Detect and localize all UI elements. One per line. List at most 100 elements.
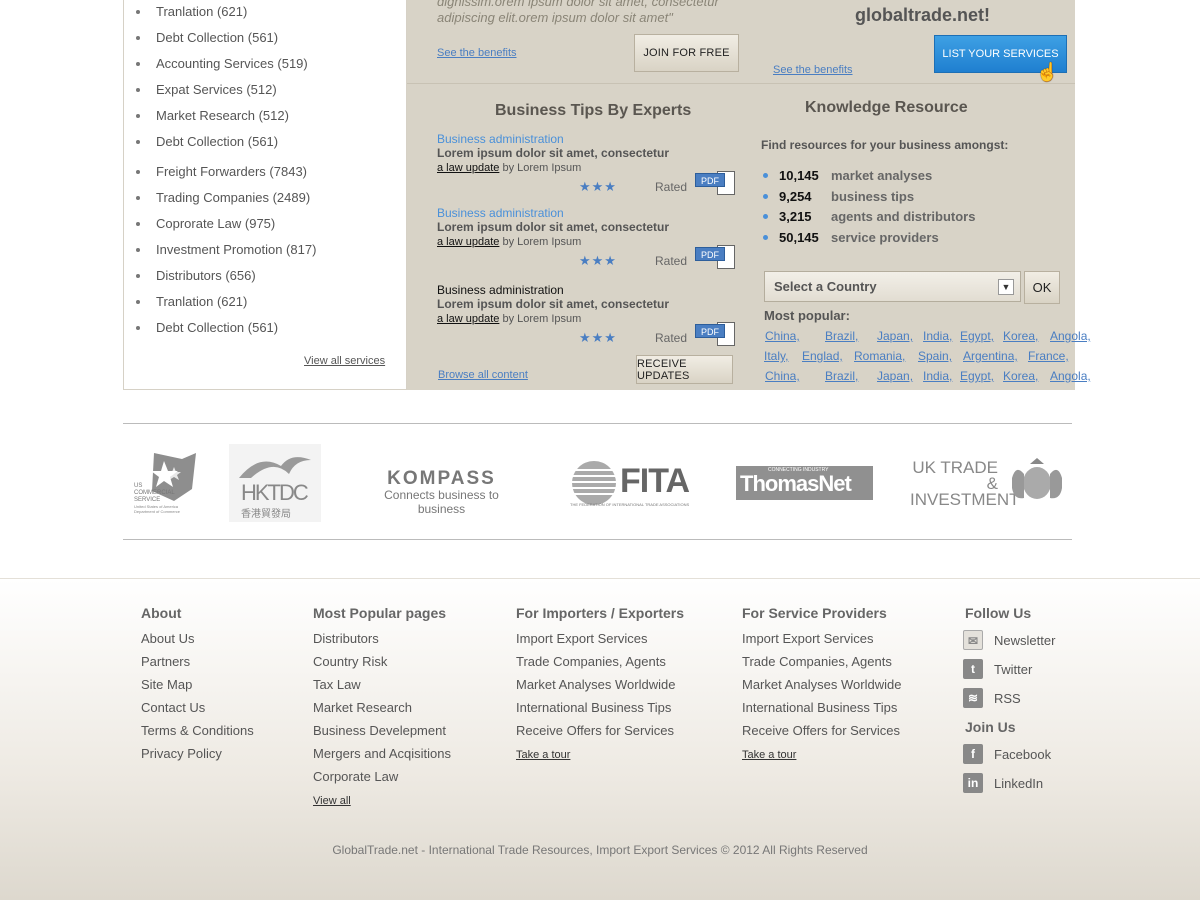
tip-category-link[interactable]: Business administration bbox=[437, 132, 737, 146]
country-link[interactable]: Englad, bbox=[802, 346, 843, 366]
country-link[interactable]: France, bbox=[1028, 346, 1069, 366]
country-link[interactable]: China, bbox=[765, 326, 800, 346]
linkedin-link[interactable]: in LinkedIn bbox=[963, 773, 1043, 802]
tip-title[interactable]: Lorem ipsum dolor sit amet, consectetur bbox=[437, 220, 737, 235]
country-link[interactable]: Spain, bbox=[918, 346, 952, 366]
tip-item: Business administration Lorem ipsum dolo… bbox=[437, 206, 737, 277]
fita-logo[interactable]: FITA THE FEDERATION OF INTERNATIONAL TRA… bbox=[570, 460, 690, 510]
chevron-down-icon[interactable]: ▼ bbox=[998, 279, 1014, 295]
twitter-link[interactable]: t Twitter bbox=[963, 659, 1032, 688]
footer-link[interactable]: Import Export Services bbox=[516, 630, 684, 653]
tip-category-link[interactable]: Business administration bbox=[437, 283, 737, 297]
services-list: Tranlation (621) Debt Collection (561) A… bbox=[123, 0, 407, 390]
join-for-free-button[interactable]: JOIN FOR FREE bbox=[634, 34, 739, 72]
facebook-icon: f bbox=[963, 744, 983, 764]
globaltrade-heading: globaltrade.net! bbox=[855, 5, 991, 25]
newsletter-link[interactable]: ✉ Newsletter bbox=[963, 630, 1055, 659]
pdf-icon[interactable]: PDF bbox=[695, 171, 737, 197]
footer-link[interactable]: International Business Tips bbox=[742, 699, 901, 722]
top-section: Tranlation (621) Debt Collection (561) A… bbox=[123, 0, 1091, 390]
country-link[interactable]: Egypt, bbox=[960, 326, 994, 346]
browse-all-content-link[interactable]: Browse all content bbox=[438, 369, 528, 381]
tip-kind[interactable]: a law update bbox=[437, 162, 499, 174]
country-link[interactable]: Italy, bbox=[764, 346, 788, 366]
view-all-services-link[interactable]: View all services bbox=[304, 355, 385, 367]
footer-social: Follow Us ✉ Newsletter t Twitter ≋ RSS J… bbox=[963, 605, 1055, 802]
most-popular-label: Most popular: bbox=[764, 308, 850, 323]
tip-author: by Lorem Ipsum bbox=[502, 313, 582, 325]
footer-heading: For Service Providers bbox=[742, 605, 887, 621]
footer-link[interactable]: Receive Offers for Services bbox=[742, 722, 901, 745]
rating-stars: ★★★ bbox=[579, 179, 617, 194]
tip-title[interactable]: Lorem ipsum dolor sit amet, consectetur bbox=[437, 297, 737, 312]
tips-heading: Business Tips By Experts bbox=[495, 102, 692, 119]
country-link[interactable]: Brazil, bbox=[825, 366, 858, 386]
country-link[interactable]: Egypt, bbox=[960, 366, 994, 386]
country-link[interactable]: Romania, bbox=[854, 346, 905, 366]
us-commercial-service-logo[interactable]: US COMMERCIAL SERVICE United States of A… bbox=[134, 449, 199, 517]
tip-category-link[interactable]: Business administration bbox=[437, 206, 737, 220]
view-all-link[interactable]: View all bbox=[313, 795, 351, 807]
rated-label: Rated bbox=[655, 331, 688, 345]
pdf-icon[interactable]: PDF bbox=[695, 322, 737, 348]
footer-link[interactable]: Corporate Law bbox=[313, 768, 451, 791]
footer-heading: Most Popular pages bbox=[313, 605, 447, 621]
country-link[interactable]: Argentina, bbox=[963, 346, 1018, 366]
footer-link[interactable]: Terms & Conditions bbox=[141, 722, 254, 745]
footer-link[interactable]: Partners bbox=[141, 653, 254, 676]
uk-trade-investment-logo[interactable]: UK TRADE & INVESTMENT bbox=[910, 458, 1070, 512]
country-link[interactable]: China, bbox=[765, 366, 800, 386]
tip-item: Business administration Lorem ipsum dolo… bbox=[437, 283, 737, 354]
receive-updates-button[interactable]: RECEIVE UPDATES bbox=[636, 355, 733, 384]
see-benefits-link[interactable]: See the benefits bbox=[773, 64, 853, 76]
country-link[interactable]: Japan, bbox=[877, 366, 913, 386]
country-link[interactable]: Korea, bbox=[1003, 326, 1038, 346]
envelope-icon: ✉ bbox=[963, 630, 983, 650]
rss-link[interactable]: ≋ RSS bbox=[963, 688, 1031, 717]
take-a-tour-link[interactable]: Take a tour bbox=[742, 749, 796, 761]
thomasnet-logo[interactable]: CONNECTING INDUSTRY ThomasNet bbox=[736, 466, 873, 500]
pdf-icon[interactable]: PDF bbox=[695, 245, 737, 271]
footer-about: About About Us Partners Site Map Contact… bbox=[141, 605, 254, 768]
hktdc-logo[interactable]: HKTDC 香港貿發局 bbox=[229, 444, 321, 522]
linkedin-icon: in bbox=[963, 773, 983, 793]
country-link[interactable]: India, bbox=[923, 326, 952, 346]
tip-kind[interactable]: a law update bbox=[437, 313, 499, 325]
footer-link[interactable]: Market Research bbox=[313, 699, 451, 722]
country-link[interactable]: India, bbox=[923, 366, 952, 386]
rated-label: Rated bbox=[655, 180, 688, 194]
country-link[interactable]: Brazil, bbox=[825, 326, 858, 346]
footer-importers: For Importers / Exporters Import Export … bbox=[516, 605, 684, 763]
footer-link[interactable]: Trade Companies, Agents bbox=[516, 653, 684, 676]
footer-link[interactable]: Country Risk bbox=[313, 653, 451, 676]
footer-link[interactable]: Trade Companies, Agents bbox=[742, 653, 901, 676]
country-link[interactable]: Korea, bbox=[1003, 366, 1038, 386]
take-a-tour-link[interactable]: Take a tour bbox=[516, 749, 570, 761]
country-select[interactable]: Select a Country ▼ bbox=[764, 271, 1021, 302]
footer-link[interactable]: International Business Tips bbox=[516, 699, 684, 722]
footer-link[interactable]: Market Analyses Worldwide bbox=[742, 676, 901, 699]
footer-link[interactable]: Import Export Services bbox=[742, 630, 901, 653]
country-link[interactable]: Japan, bbox=[877, 326, 913, 346]
ok-button[interactable]: OK bbox=[1024, 271, 1060, 304]
footer-link[interactable]: About Us bbox=[141, 630, 254, 653]
tip-title[interactable]: Lorem ipsum dolor sit amet, consectetur bbox=[437, 146, 737, 161]
country-link[interactable]: Angola, bbox=[1050, 326, 1091, 346]
see-benefits-link[interactable]: See the benefits bbox=[437, 47, 517, 59]
footer-link[interactable]: Mergers and Acqisitions bbox=[313, 745, 451, 768]
rating-stars: ★★★ bbox=[579, 330, 617, 345]
footer-link[interactable]: Site Map bbox=[141, 676, 254, 699]
footer-link[interactable]: Contact Us bbox=[141, 699, 254, 722]
footer-link[interactable]: Market Analyses Worldwide bbox=[516, 676, 684, 699]
facebook-link[interactable]: f Facebook bbox=[963, 744, 1051, 773]
kompass-logo[interactable]: KOMPASS Connects business to business bbox=[359, 468, 524, 516]
footer-link[interactable]: Tax Law bbox=[313, 676, 451, 699]
footer-link[interactable]: Distributors bbox=[313, 630, 451, 653]
footer-link[interactable]: Business Develepment bbox=[313, 722, 451, 745]
country-link[interactable]: Angola, bbox=[1050, 366, 1091, 386]
footer-link[interactable]: Privacy Policy bbox=[141, 745, 254, 768]
twitter-icon: t bbox=[963, 659, 983, 679]
footer-link[interactable]: Receive Offers for Services bbox=[516, 722, 684, 745]
tip-kind[interactable]: a law update bbox=[437, 236, 499, 248]
footer-popular: Most Popular pages Distributors Country … bbox=[313, 605, 451, 809]
